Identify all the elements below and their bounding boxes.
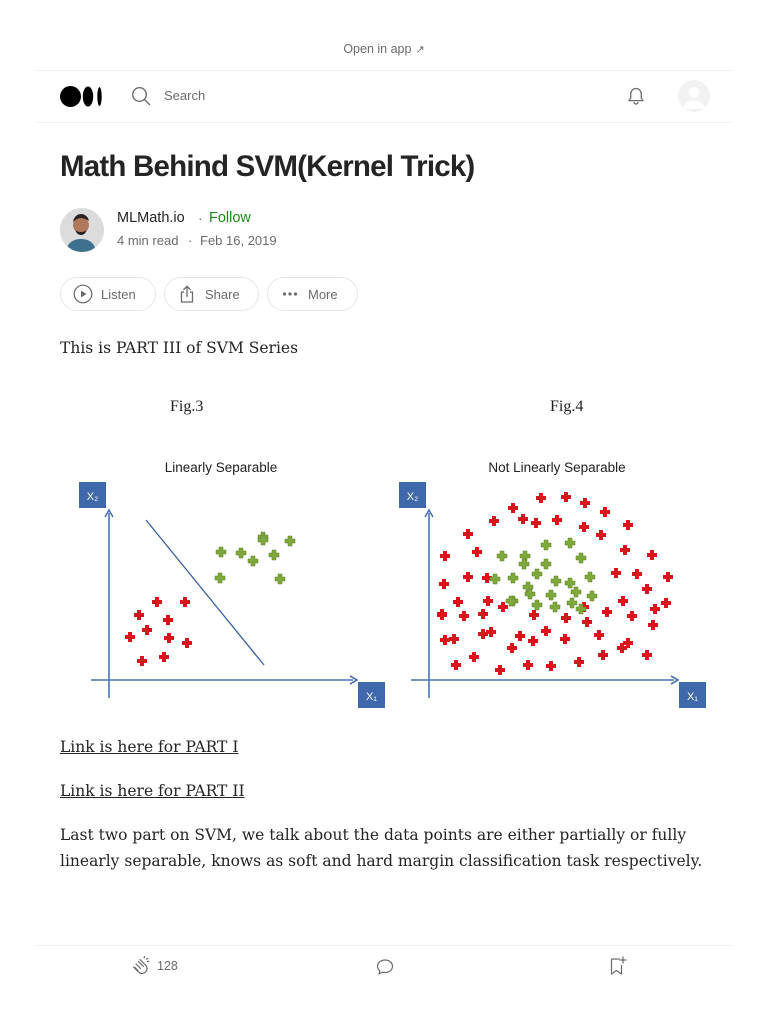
left-x-axis-label: X₁ xyxy=(366,691,377,703)
figure-caption-left: Fig.3 xyxy=(170,398,204,415)
more-dots-icon xyxy=(282,292,298,296)
read-time: 4 min read xyxy=(117,233,179,248)
part1-link[interactable]: Link is here for PART I xyxy=(60,734,238,760)
author-portrait-icon xyxy=(60,208,104,252)
right-x-axis-label: X₁ xyxy=(687,691,698,703)
more-button[interactable]: More xyxy=(267,277,358,311)
bookmark-add-icon[interactable] xyxy=(606,955,628,977)
share-icon xyxy=(180,285,194,303)
notification-bell-icon[interactable] xyxy=(625,85,647,107)
search-icon[interactable] xyxy=(131,86,151,106)
search-input[interactable]: Search xyxy=(164,88,205,103)
comment-icon[interactable] xyxy=(374,956,396,978)
listen-label: Listen xyxy=(101,286,136,302)
open-in-app-link[interactable]: Open in app ↗ xyxy=(0,42,768,56)
author-name[interactable]: MLMath.io xyxy=(117,210,185,226)
paragraph-line-1: Last two part on SVM, we talk about the … xyxy=(60,826,687,844)
share-button[interactable]: Share xyxy=(164,277,259,311)
clap-icon[interactable] xyxy=(130,955,152,977)
part2-link[interactable]: Link is here for PART II xyxy=(60,778,245,804)
svm-figure: Linearly Separable X₂ X₁ Not Linearly Se… xyxy=(76,455,710,717)
share-label: Share xyxy=(205,286,240,302)
play-icon xyxy=(73,284,93,304)
publish-date: Feb 16, 2019 xyxy=(200,233,277,248)
left-y-axis-label: X₂ xyxy=(87,491,99,503)
open-in-app-label: Open in app xyxy=(343,42,412,56)
bottom-divider xyxy=(36,945,732,946)
figure-caption-right: Fig.4 xyxy=(550,398,584,415)
article-title: Math Behind SVM(Kernel Trick) xyxy=(60,150,475,183)
right-panel-title: Not Linearly Separable xyxy=(488,460,625,475)
follow-button[interactable]: Follow xyxy=(209,210,251,226)
author-avatar[interactable] xyxy=(60,208,104,252)
right-y-axis-label: X₂ xyxy=(407,491,419,503)
medium-logo-icon[interactable] xyxy=(60,86,104,107)
user-placeholder-icon xyxy=(683,87,705,109)
external-arrow-icon: ↗ xyxy=(415,44,425,56)
left-panel-title: Linearly Separable xyxy=(165,460,278,475)
more-label: More xyxy=(308,286,338,302)
clap-count: 128 xyxy=(157,959,178,973)
paragraph-line-2: linearly separable, knows as soft and ha… xyxy=(60,852,703,870)
top-divider xyxy=(36,70,732,71)
separator-dot: · xyxy=(198,210,203,226)
intro-text: This is PART III of SVM Series xyxy=(60,339,299,357)
meta-separator-dot: · xyxy=(188,233,193,248)
header-divider xyxy=(36,122,732,123)
user-avatar[interactable] xyxy=(678,80,710,112)
listen-button[interactable]: Listen xyxy=(60,277,156,311)
